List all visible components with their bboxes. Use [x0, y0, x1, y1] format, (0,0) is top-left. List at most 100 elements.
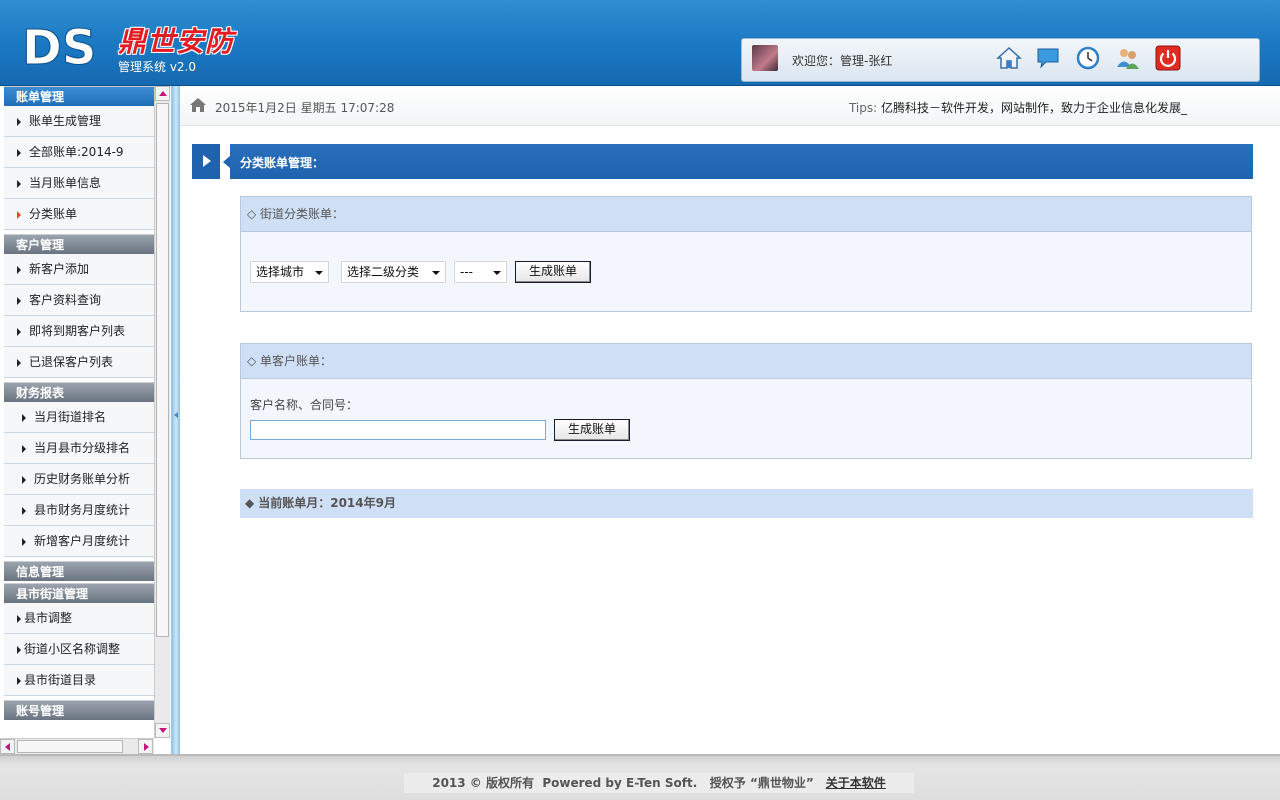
sidebar-item-label: 新客户添加 — [29, 262, 90, 276]
bullet-arrow-icon — [17, 117, 21, 126]
footer: 2013 © 版权所有 Powered by E-Ten Soft. 授权予 “… — [0, 754, 1280, 800]
scroll-right-button[interactable] — [138, 739, 153, 754]
bullet-arrow-icon — [22, 444, 26, 453]
scroll-thumb[interactable] — [156, 103, 169, 637]
sidebar-item[interactable]: 全部账单:2014-9 — [4, 137, 154, 168]
bullet-arrow-icon — [17, 645, 21, 654]
sidebar-item[interactable]: 街道小区名称调整 — [4, 634, 154, 665]
bullet-arrow-icon — [17, 358, 21, 367]
sidebar-item-label: 新增客户月度统计 — [34, 534, 131, 548]
bullet-arrow-icon — [22, 475, 26, 484]
scroll-down-button[interactable] — [155, 723, 170, 738]
tips-label: Tips: — [848, 101, 881, 115]
sidebar-item[interactable]: 新客户添加 — [4, 254, 154, 285]
collapse-arrow-icon — [174, 412, 178, 418]
clock-icon[interactable] — [1075, 45, 1101, 71]
sidebar-item[interactable]: 县市街道目录 — [4, 665, 154, 696]
bullet-arrow-icon — [17, 148, 21, 157]
generate-street-bill-button[interactable]: 生成账单 — [515, 261, 591, 283]
bullet-arrow-icon — [17, 676, 21, 685]
bullet-arrow-icon — [22, 413, 26, 422]
current-datetime: 2015年1月2日 星期五 17:07:28 — [215, 101, 395, 115]
sidebar-item[interactable]: 当月县市分级排名 — [4, 433, 154, 464]
current-bill-month: ◆ 当前账单月：2014年9月 — [240, 489, 1253, 518]
customer-field-label: 客户名称、合同号： — [250, 398, 359, 412]
title-toggle-button[interactable] — [192, 144, 220, 179]
sidebar-item-label: 当月账单信息 — [29, 176, 102, 190]
brand-name: 鼎世安防 — [118, 25, 235, 58]
arrow-left-icon — [5, 743, 10, 751]
sidebar-group-info[interactable]: 信息管理 — [4, 561, 154, 581]
logo-icon: DS — [22, 20, 97, 73]
sidebar-item-label: 县市财务月度统计 — [34, 503, 131, 517]
scroll-left-button[interactable] — [0, 739, 15, 754]
sidebar-item[interactable]: 已退保客户列表 — [4, 347, 154, 378]
sidebar-group-district[interactable]: 县市街道管理 — [4, 583, 154, 603]
arrow-right-icon — [144, 743, 149, 751]
sidebar-group-finance[interactable]: 财务报表 — [4, 382, 154, 402]
chevron-down-icon — [432, 271, 440, 275]
sidebar-item[interactable]: 县市调整 — [4, 603, 154, 634]
page-title-bar: 分类账单管理： — [192, 144, 1253, 179]
sidebar-collapse-splitter[interactable] — [172, 86, 180, 754]
sidebar-item-label: 当月县市分级排名 — [34, 441, 131, 455]
city-select[interactable]: 选择城市 — [250, 261, 329, 283]
sidebar-group-account[interactable]: 账号管理 — [4, 700, 154, 720]
third-level-select[interactable]: --- — [454, 261, 507, 283]
play-icon — [203, 155, 211, 167]
sidebar-item-label: 客户资料查询 — [29, 293, 102, 307]
sidebar-item-label: 当月街道排名 — [34, 410, 107, 424]
about-link[interactable]: 关于本软件 — [826, 776, 886, 790]
sidebar-item-label: 账单生成管理 — [29, 114, 102, 128]
street-bill-panel-title: ◇ 街道分类账单： — [241, 197, 1251, 232]
diamond-icon: ◆ — [245, 496, 255, 510]
generate-customer-bill-button[interactable]: 生成账单 — [554, 419, 630, 441]
arrow-down-icon — [159, 728, 167, 733]
sidebar-item-label: 全部账单:2014-9 — [29, 145, 124, 159]
welcome-text: 欢迎您：管理-张红 — [792, 54, 893, 68]
title-notch — [223, 156, 230, 168]
scroll-thumb-horizontal[interactable] — [17, 740, 123, 753]
title-band — [230, 144, 1253, 179]
home-icon[interactable] — [190, 98, 206, 112]
home-icon[interactable] — [996, 45, 1022, 71]
sidebar-item-label: 即将到期客户列表 — [29, 324, 126, 338]
sidebar-item[interactable]: 新增客户月度统计 — [4, 526, 154, 557]
page-title: 分类账单管理： — [240, 156, 325, 170]
sidebar-item[interactable]: 县市财务月度统计 — [4, 495, 154, 526]
bullet-arrow-icon — [22, 537, 26, 546]
bullet-arrow-icon — [17, 614, 21, 623]
customer-search-input[interactable] — [250, 420, 546, 440]
category-select[interactable]: 选择二级分类 — [341, 261, 446, 283]
sidebar-group-customer[interactable]: 客户管理 — [4, 234, 154, 254]
sidebar-group-billing[interactable]: 账单管理 — [4, 86, 154, 106]
category-select-value: 选择二级分类 — [347, 265, 420, 279]
current-bill-month-text: 当前账单月：2014年9月 — [258, 496, 396, 510]
sidebar-item[interactable]: 客户资料查询 — [4, 285, 154, 316]
sidebar-horizontal-scrollbar[interactable] — [0, 738, 154, 754]
sidebar-menu: 账单管理账单生成管理全部账单:2014-9 当月账单信息分类账单客户管理新客户添加… — [4, 86, 154, 720]
single-customer-bill-panel: ◇ 单客户账单： 客户名称、合同号： 生成账单 — [240, 343, 1252, 459]
chevron-down-icon — [315, 271, 323, 275]
footer-bar: 2013 © 版权所有 Powered by E-Ten Soft. 授权予 “… — [404, 773, 914, 793]
third-level-select-value: --- — [460, 265, 473, 279]
sidebar: 账单管理账单生成管理全部账单:2014-9 当月账单信息分类账单客户管理新客户添加… — [0, 86, 172, 754]
sidebar-item[interactable]: 账单生成管理 — [4, 106, 154, 137]
app-header: DS 鼎世安防 管理系统 v2.0 欢迎您：管理-张红 — [0, 0, 1280, 86]
sidebar-item[interactable]: 历史财务账单分析 — [4, 464, 154, 495]
tips-text: Tips: 亿腾科技－软件开发，网站制作，致力于企业信息化发展_ — [849, 99, 1187, 116]
sidebar-item[interactable]: 即将到期客户列表 — [4, 316, 154, 347]
street-bill-panel: ◇ 街道分类账单： 选择城市 选择二级分类 --- 生成账单 — [240, 196, 1252, 312]
message-icon[interactable] — [1035, 45, 1061, 71]
sidebar-vertical-scrollbar[interactable] — [154, 86, 170, 738]
sidebar-item[interactable]: 当月账单信息 — [4, 168, 154, 199]
scroll-up-button[interactable] — [155, 86, 170, 101]
users-icon[interactable] — [1115, 45, 1141, 71]
power-icon[interactable] — [1155, 45, 1181, 71]
bullet-arrow-icon — [17, 210, 21, 219]
bullet-arrow-icon — [17, 179, 21, 188]
bullet-arrow-icon — [17, 327, 21, 336]
sidebar-item[interactable]: 分类账单 — [4, 199, 154, 230]
sidebar-item[interactable]: 当月街道排名 — [4, 402, 154, 433]
city-select-value: 选择城市 — [256, 265, 305, 279]
